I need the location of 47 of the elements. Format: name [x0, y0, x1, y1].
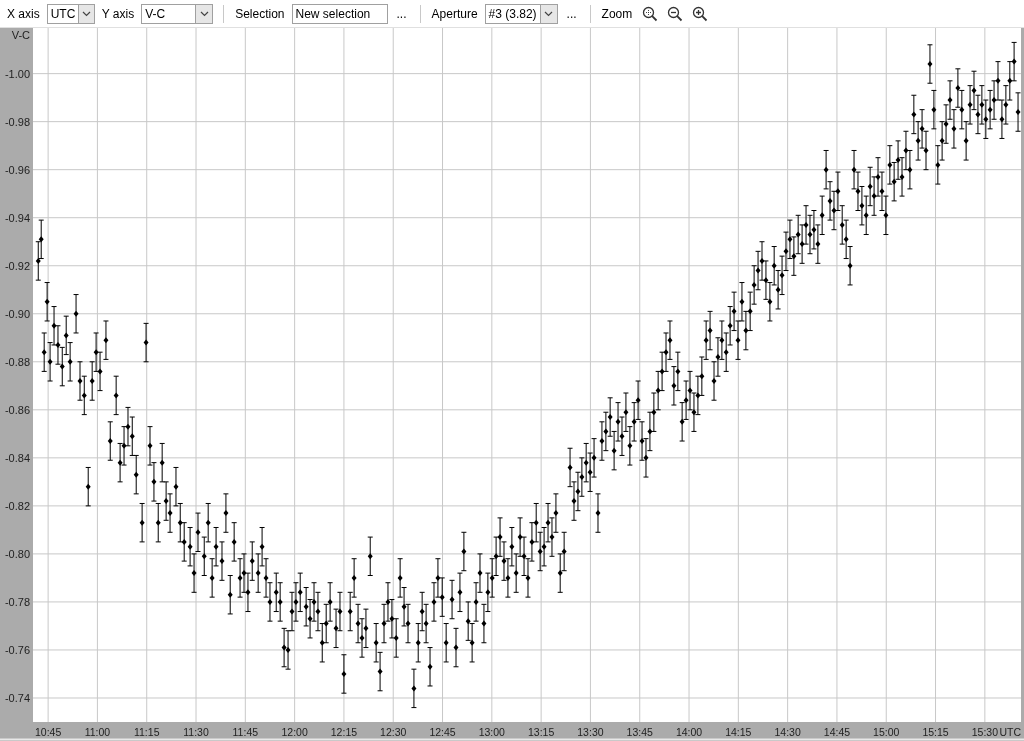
axis-tick-label: 10:45	[35, 726, 62, 738]
axis-tick-label: -0.76	[4, 643, 30, 656]
axis-tick-label: -0.90	[4, 307, 30, 320]
axis-tick-label: 12:30	[380, 726, 407, 738]
axis-tick-label: 14:00	[675, 726, 703, 738]
toolbar-label: X axis	[6, 5, 41, 23]
more-button[interactable]: ...	[563, 3, 580, 24]
axis-tick-label: -0.74	[4, 692, 30, 704]
axis-tick-label: 13:30	[577, 726, 604, 738]
axis-tick-label: 12:00	[281, 726, 308, 738]
axis-tick-label: 12:45	[429, 726, 456, 738]
more-button[interactable]: ...	[393, 3, 410, 24]
dropdown[interactable]: #3 (3.82)	[484, 3, 558, 24]
dropdown[interactable]: V-C	[141, 3, 214, 24]
axis-tick-label: 12:15	[330, 726, 358, 738]
axis-tick-label: 11:45	[232, 726, 259, 738]
axis-tick-label: 14:30	[774, 726, 801, 738]
axis-title: UTC	[999, 726, 1021, 738]
axis-tick-label: -1.00	[4, 67, 30, 80]
dropdown[interactable]: UTC	[46, 3, 95, 24]
toolbar-label: Y axis	[100, 5, 136, 23]
axis-tick-label: -0.96	[4, 163, 30, 176]
selection-field[interactable]: New selection	[291, 3, 388, 24]
axis-tick-label: 13:45	[626, 726, 653, 738]
toolbar-label: Aperture	[430, 5, 479, 23]
axis-tick-label: -0.98	[4, 115, 30, 128]
axis-tick-label: -0.92	[4, 259, 30, 272]
axis-tick-label: -0.84	[4, 451, 30, 464]
axis-tick-label: 13:15	[528, 726, 555, 738]
axis-tick-label: -0.80	[4, 547, 30, 560]
axis-tick-label: 11:30	[183, 726, 209, 738]
axis-tick-label: -0.88	[4, 355, 30, 368]
axis-tick-label: 13:00	[478, 726, 505, 738]
axis-tick-label: 15:15	[922, 726, 949, 738]
axis-tick-label: 14:45	[823, 726, 851, 738]
toolbar-label: Zoom	[600, 5, 634, 23]
axis-tick-label: 15:00	[873, 726, 900, 738]
axis-tick-label: 11:15	[133, 726, 160, 738]
axis-title: V-C	[11, 29, 30, 41]
axis-tick-label: -0.86	[4, 403, 30, 416]
axis-tick-label: -0.94	[4, 211, 30, 224]
axis-tick-label: -0.78	[4, 595, 30, 608]
axis-tick-label: -0.82	[4, 499, 30, 512]
axis-tick-label: 15:30	[971, 726, 998, 738]
toolbar-label: Selection	[234, 5, 286, 23]
axis-tick-label: 14:15	[725, 726, 752, 738]
axis-tick-label: 11:00	[84, 726, 111, 738]
